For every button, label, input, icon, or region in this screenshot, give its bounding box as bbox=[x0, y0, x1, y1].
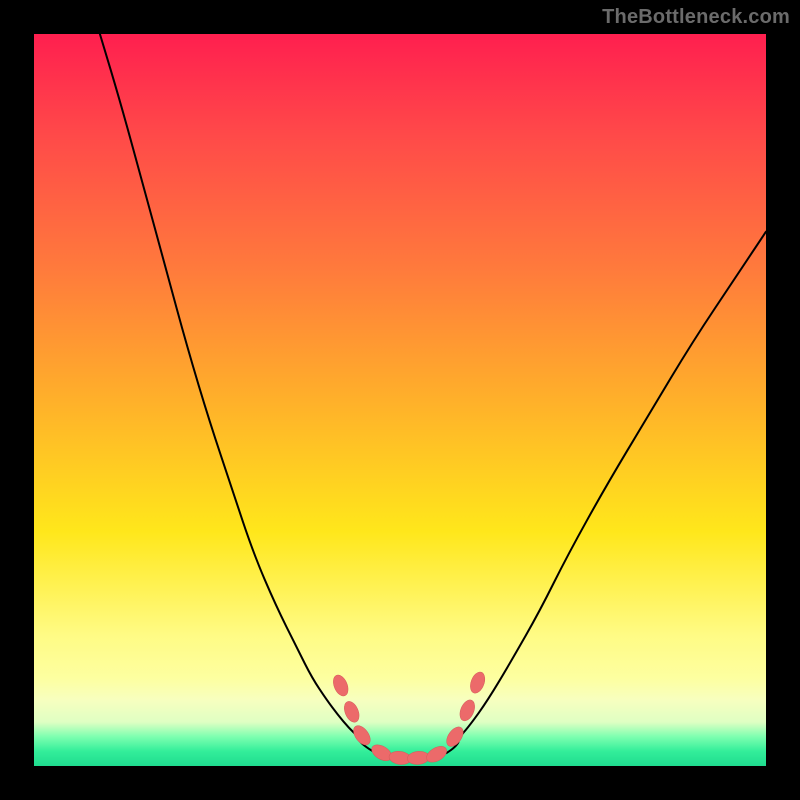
curve-marker bbox=[443, 724, 466, 749]
curve-marker bbox=[341, 699, 362, 724]
curve-marker bbox=[330, 673, 350, 698]
gradient-plot-area bbox=[34, 34, 766, 766]
chart-frame: TheBottleneck.com bbox=[0, 0, 800, 800]
curve-marker bbox=[424, 743, 450, 765]
curve-marker bbox=[468, 670, 488, 695]
watermark-text: TheBottleneck.com bbox=[602, 6, 790, 29]
bottleneck-curve bbox=[34, 34, 766, 766]
